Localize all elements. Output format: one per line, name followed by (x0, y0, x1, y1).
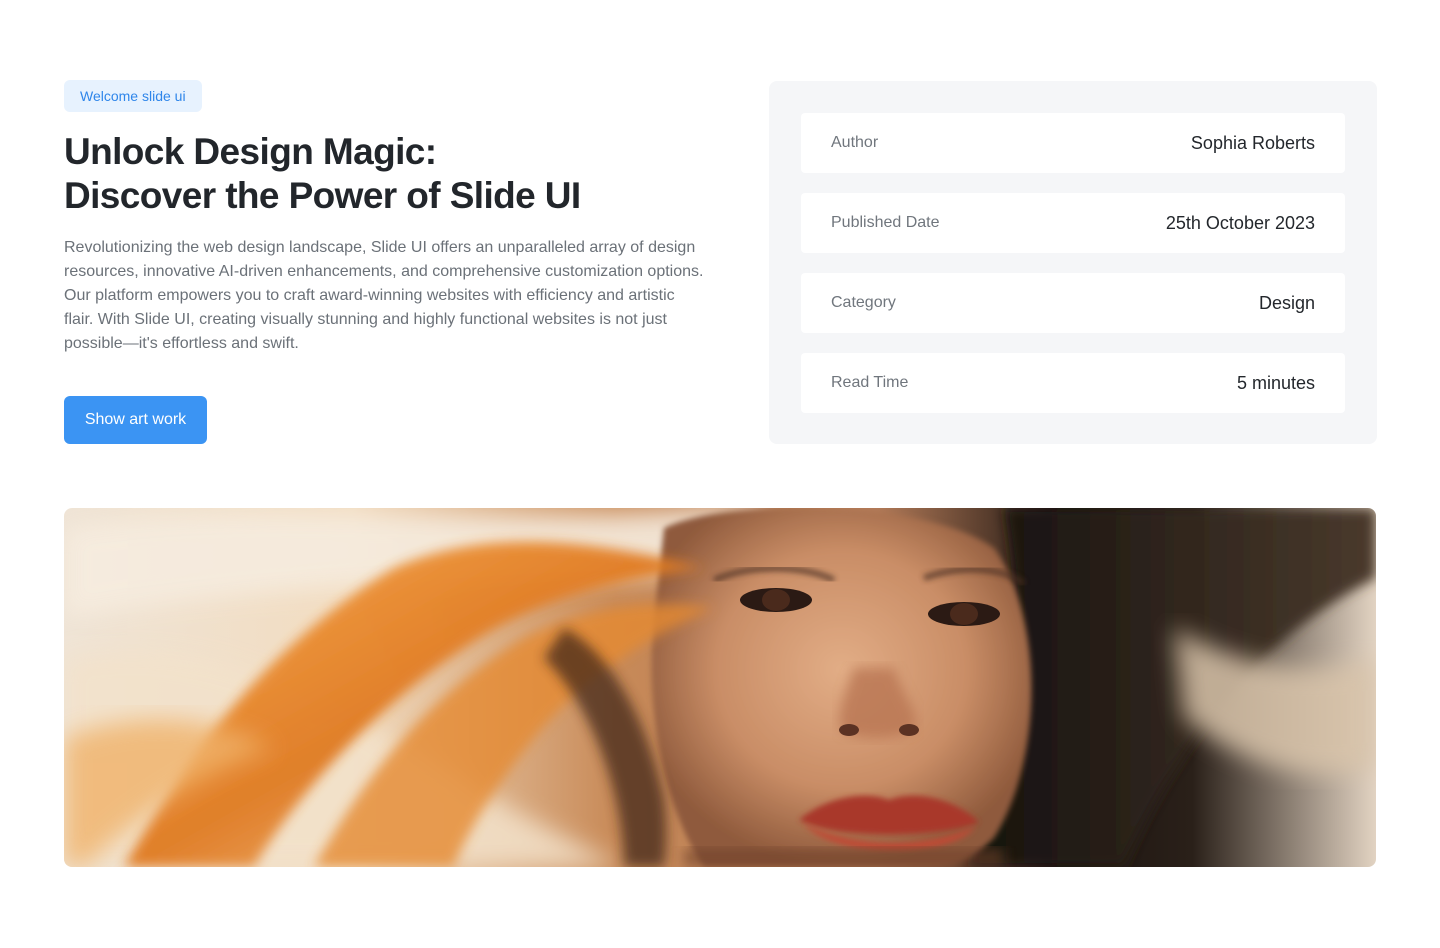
meta-value: Sophia Roberts (1190, 132, 1315, 153)
meta-label: Read Time (831, 374, 909, 391)
meta-row-category: Category Design (801, 273, 1345, 333)
meta-value: 5 minutes (1236, 372, 1315, 393)
meta-value: Design (1258, 292, 1315, 313)
article-meta-card: Author Sophia Roberts Published Date 25t… (769, 81, 1377, 444)
page-title: Unlock Design Magic: Discover the Power … (64, 130, 704, 218)
meta-label: Author (831, 134, 879, 151)
page-title-line-2: Discover the Power of Slide UI (64, 175, 581, 216)
meta-label: Published Date (831, 214, 940, 231)
hero-description: Revolutionizing the web design landscape… (64, 239, 704, 352)
portrait-artwork (64, 508, 1376, 867)
meta-label: Category (831, 294, 896, 311)
artwork-banner-image (64, 508, 1376, 867)
page-title-line-1: Unlock Design Magic: (64, 131, 437, 172)
meta-row-read-time: Read Time 5 minutes (801, 353, 1345, 413)
show-art-work-button[interactable]: Show art work (64, 396, 207, 444)
meta-value: 25th October 2023 (1165, 212, 1315, 233)
welcome-badge: Welcome slide ui (64, 80, 202, 112)
hero-section: Welcome slide ui Unlock Design Magic: Di… (64, 80, 704, 444)
meta-row-published-date: Published Date 25th October 2023 (801, 193, 1345, 253)
meta-row-author: Author Sophia Roberts (801, 113, 1345, 173)
